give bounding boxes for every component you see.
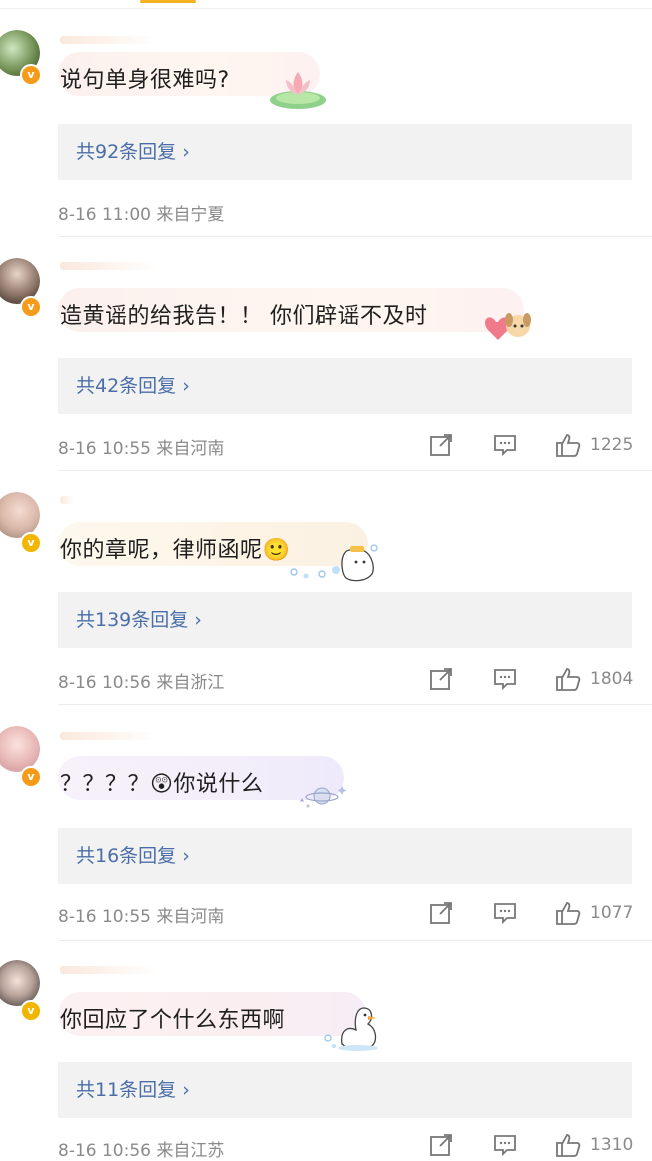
comment-text: 造黄谣的给我告！！ 你们辟谣不及时 — [60, 304, 428, 329]
top-edge — [0, 0, 652, 9]
like-count: 1804 — [590, 669, 634, 689]
reply-count-box[interactable]: 共42条回复 › — [58, 358, 632, 414]
reply-count-link[interactable]: 共92条回复 › — [76, 124, 190, 180]
verified-badge-icon: v — [20, 1000, 42, 1022]
comment-text: 你的章呢，律师函呢🙂 — [60, 538, 291, 563]
comment-actions: 1310 — [428, 1132, 638, 1158]
reply-count-link[interactable]: 共42条回复 › — [76, 358, 190, 414]
like-icon[interactable] — [554, 1132, 582, 1158]
avatar[interactable] — [0, 492, 40, 538]
reply-count-link[interactable]: 共139条回复 › — [76, 592, 202, 648]
comment-location: 来自河南 — [156, 907, 225, 927]
reply-count-box[interactable]: 共92条回复 › — [58, 124, 632, 180]
share-icon[interactable] — [428, 432, 454, 458]
puppy-heart-icon — [485, 313, 531, 340]
comment-text: 说句单身很难吗? — [60, 68, 230, 93]
like-icon[interactable] — [554, 432, 582, 458]
username-blurred[interactable] — [60, 966, 200, 974]
like-icon[interactable] — [554, 666, 582, 692]
comment-time: 8-16 10:55 — [58, 907, 151, 927]
comment-meta: 8-16 10:55 来自河南 — [58, 902, 224, 927]
lotus-icon — [270, 72, 326, 109]
comment-actions: 1225 — [428, 432, 638, 458]
comment-time: 8-16 10:55 — [58, 439, 151, 459]
reply-count-box[interactable]: 共139条回复 › — [58, 592, 632, 648]
like-count: 1225 — [590, 435, 634, 455]
username-blurred[interactable] — [60, 732, 200, 740]
bubble-ghost-icon — [290, 544, 378, 582]
share-icon[interactable] — [428, 1132, 454, 1158]
comment-meta: 8-16 10:55 来自河南 — [58, 434, 224, 459]
comment-location: 来自宁夏 — [156, 205, 225, 225]
reply-count-box[interactable]: 共11条回复 › — [58, 1062, 632, 1118]
comment-actions: 1077 — [428, 900, 638, 926]
share-icon[interactable] — [428, 666, 454, 692]
verified-badge-icon: v — [20, 64, 42, 86]
comment-time: 8-16 11:00 — [58, 205, 151, 225]
verified-badge-icon: v — [20, 532, 42, 554]
divider — [58, 940, 652, 941]
reply-count-link[interactable]: 共16条回复 › — [76, 828, 190, 884]
share-icon[interactable] — [428, 900, 454, 926]
comment-icon[interactable] — [492, 432, 518, 458]
divider — [58, 470, 652, 471]
planet-icon — [300, 786, 347, 808]
comment-icon[interactable] — [492, 666, 518, 692]
reply-count-link[interactable]: 共11条回复 › — [76, 1062, 190, 1118]
username-blurred[interactable] — [60, 262, 200, 270]
reply-count-box[interactable]: 共16条回复 › — [58, 828, 632, 884]
comment-icon[interactable] — [492, 1132, 518, 1158]
comment-time: 8-16 10:56 — [58, 1141, 151, 1161]
comment-actions: 1804 — [428, 666, 638, 692]
avatar[interactable] — [0, 960, 40, 1006]
verified-badge-icon: v — [20, 296, 42, 318]
verified-badge-icon: v — [20, 766, 42, 788]
like-count: 1310 — [590, 1135, 634, 1155]
comment-location: 来自河南 — [156, 439, 225, 459]
divider — [58, 704, 652, 705]
comment-meta: 8-16 10:56 来自江苏 — [58, 1136, 224, 1161]
comment-location: 来自浙江 — [156, 673, 225, 693]
comment-text: ？？？？😲你说什么 — [60, 772, 264, 797]
like-count: 1077 — [590, 903, 634, 923]
comment-location: 来自江苏 — [156, 1141, 225, 1161]
comment-meta: 8-16 10:56 来自浙江 — [58, 668, 224, 693]
username-blurred[interactable] — [60, 496, 80, 504]
divider — [58, 236, 652, 237]
like-icon[interactable] — [554, 900, 582, 926]
comment-icon[interactable] — [492, 900, 518, 926]
comment-text: 你回应了个什么东西啊 — [60, 1008, 286, 1033]
tab-indicator — [140, 0, 196, 3]
username-blurred[interactable] — [60, 36, 200, 44]
duck-icon — [324, 1007, 378, 1051]
comment-time: 8-16 10:56 — [58, 673, 151, 693]
comment-meta: 8-16 11:00 来自宁夏 — [58, 200, 224, 225]
avatar[interactable] — [0, 726, 40, 772]
